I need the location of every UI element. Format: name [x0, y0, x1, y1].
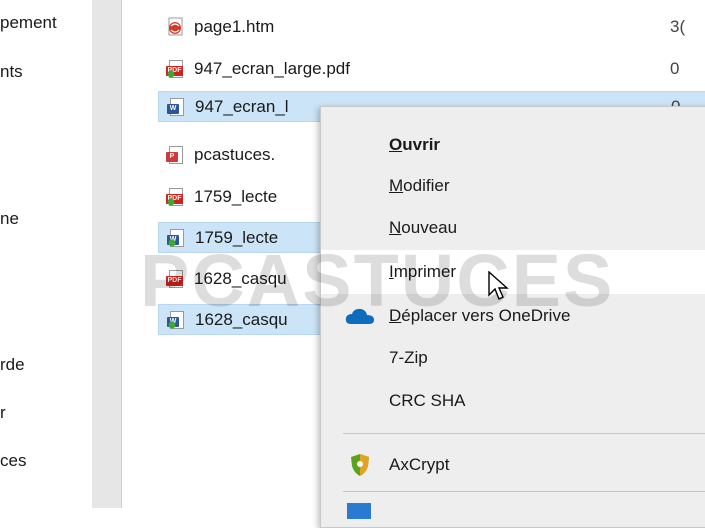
nav-item[interactable]: pement	[0, 8, 57, 38]
html-file-icon	[166, 17, 186, 37]
menu-item-imprimer[interactable]: Imprimer	[321, 250, 705, 294]
nav-item[interactable]: nts	[0, 57, 23, 87]
file-row[interactable]: page1.htm 3(	[158, 11, 705, 42]
navigation-pane: pement nts ne rde r ces	[0, 0, 93, 508]
axcrypt-shield-icon	[351, 454, 369, 476]
menu-item-label: 7-Zip	[389, 348, 428, 367]
nav-item[interactable]: r	[0, 398, 6, 428]
menu-separator	[343, 433, 705, 434]
menu-item-axcrypt[interactable]: AxCrypt	[321, 443, 705, 487]
menu-item-deplacer-onedrive[interactable]: Déplacer vers OneDrive	[321, 294, 705, 338]
menu-item-nouveau[interactable]: Nouveau	[321, 206, 705, 250]
menu-item-label: AxCrypt	[389, 455, 450, 474]
nav-item[interactable]: ne	[0, 204, 19, 234]
pdf-file-icon: PDF	[166, 59, 186, 79]
file-name: pcastuces.	[194, 144, 276, 164]
file-size: 0	[670, 58, 680, 78]
nav-item[interactable]: rde	[0, 350, 25, 380]
menu-item-label: CRC SHA	[389, 391, 466, 410]
menu-item-label: Nouveau	[389, 218, 458, 237]
onedrive-cloud-icon	[345, 308, 374, 324]
pane-splitter[interactable]	[92, 0, 122, 508]
mouse-cursor-icon	[488, 271, 509, 300]
file-name: 1759_lecte	[194, 186, 278, 206]
app-icon	[347, 503, 371, 519]
file-name: 1628_casqu	[195, 309, 288, 329]
pdf-file-icon: PDF	[166, 269, 186, 289]
file-name: 1628_casqu	[194, 268, 287, 288]
publisher-file-icon: W	[167, 228, 187, 248]
menu-item-label: Ouvrir	[389, 135, 441, 154]
pdf-file-icon: PDF	[166, 187, 186, 207]
menu-item-label: Modifier	[389, 176, 450, 195]
file-name: 1759_lecte	[195, 227, 279, 247]
file-size: 3(	[670, 16, 686, 36]
context-menu: Ouvrir Modifier Nouveau Imprimer Déplace…	[320, 106, 705, 528]
menu-item-crc-sha[interactable]: CRC SHA	[321, 379, 705, 423]
publisher-file-icon: P	[166, 145, 186, 165]
file-name: 947_ecran_large.pdf	[194, 58, 350, 78]
menu-separator	[343, 491, 705, 492]
nav-item[interactable]: ces	[0, 446, 26, 476]
menu-item-7zip[interactable]: 7-Zip	[321, 336, 705, 380]
word-file-icon: W	[167, 97, 187, 117]
menu-item-label: Imprimer	[389, 262, 457, 281]
menu-item-ouvrir[interactable]: Ouvrir	[321, 123, 705, 167]
file-row[interactable]: PDF 947_ecran_large.pdf 0	[158, 53, 705, 84]
menu-item-label: Déplacer vers OneDrive	[389, 306, 571, 325]
file-name: page1.htm	[194, 16, 275, 36]
menu-item-modifier[interactable]: Modifier	[321, 164, 705, 208]
file-name: 947_ecran_l	[195, 96, 289, 116]
publisher-file-icon: W	[167, 310, 187, 330]
